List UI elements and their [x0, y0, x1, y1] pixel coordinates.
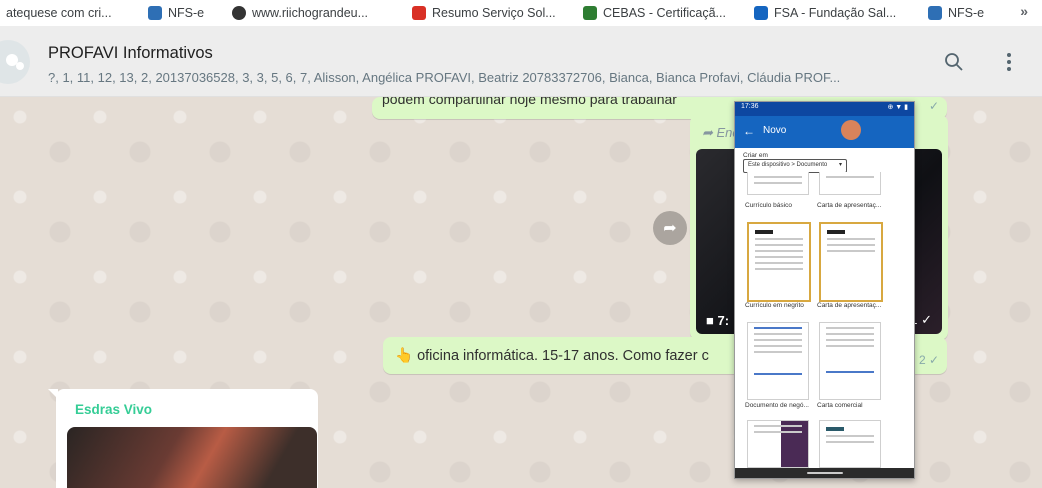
doc-icon — [412, 6, 426, 20]
phone-app-bar: ← Novo — [735, 116, 914, 148]
bookmarks-bar: atequese com cri... NFS-e www.riichogran… — [0, 0, 1042, 27]
phone-status-time: 17:36 — [741, 103, 759, 110]
bookmark-item[interactable]: NFS-e — [148, 4, 204, 22]
template-thumbnail — [819, 222, 883, 302]
template-name: Currículo em negrito — [745, 302, 804, 309]
bookmark-item[interactable]: Resumo Serviço Sol... — [412, 4, 556, 22]
sender-name: Esdras Vivo — [75, 402, 153, 417]
incoming-message-bubble[interactable]: Esdras Vivo — [48, 389, 318, 488]
bookmarks-overflow-icon[interactable]: » — [1020, 3, 1028, 19]
phone-status-bar: 17:36 ⊕ ▼ ▮ — [735, 102, 914, 116]
template-thumbnail — [747, 172, 809, 195]
search-icon — [945, 53, 963, 71]
bookmark-label: CEBAS - Certificaçã... — [603, 6, 726, 20]
template-thumbnail — [747, 222, 811, 302]
menu-button[interactable] — [995, 48, 1023, 76]
read-ticks-icon: ✓ — [928, 99, 939, 113]
create-in-label: Criar em — [743, 152, 768, 159]
template-thumbnail — [819, 420, 881, 468]
phone-screenshot-overlay: 17:36 ⊕ ▼ ▮ ← Novo Criar em Este disposi… — [734, 101, 915, 479]
template-thumbnail — [819, 322, 881, 400]
globe-icon — [232, 6, 246, 20]
location-dropdown-value: Este dispositivo > Documento — [748, 162, 828, 168]
image-thumbnail[interactable] — [67, 427, 317, 488]
phone-nav-bar — [735, 468, 914, 478]
template-thumbnail — [819, 172, 881, 195]
message-text: podem compartilhar hoje mesmo para traba… — [382, 97, 677, 107]
bookmark-label: atequese com cri... — [6, 6, 112, 20]
pointing-up-emoji: 👆 — [395, 348, 414, 364]
template-thumbnail — [747, 420, 809, 468]
forward-icon: ➦ — [663, 220, 677, 237]
bookmark-item[interactable]: atequese com cri... — [6, 4, 112, 22]
nfse-icon — [148, 6, 162, 20]
group-avatar[interactable] — [0, 40, 30, 84]
video-camera-icon: ■ — [706, 313, 718, 328]
fsa-icon — [754, 6, 768, 20]
bookmark-label: FSA - Fundação Sal... — [774, 6, 897, 20]
bookmark-label: NFS-e — [948, 6, 985, 20]
phone-status-icons: ⊕ ▼ ▮ — [887, 104, 908, 111]
bookmark-item[interactable]: FSA - Fundação Sal... — [754, 4, 896, 22]
participants-list: ?, 1, 11, 12, 13, 2, 20137036528, 3, 3, … — [48, 70, 841, 85]
video-duration: ■ 7: — [706, 313, 730, 328]
message-time: 2 ✓ — [918, 353, 939, 367]
back-arrow-icon: ← — [743, 124, 755, 138]
more-vertical-icon — [1007, 53, 1011, 71]
template-name: Carta de apresentaç... — [817, 302, 882, 309]
forward-button[interactable]: ➦ — [653, 211, 687, 245]
bookmark-item[interactable]: NFS-e — [928, 4, 984, 22]
template-thumbnail — [747, 322, 809, 400]
bookmark-label: www.riichograndeu... — [252, 6, 369, 20]
bookmark-label: Resumo Serviço Sol... — [432, 6, 556, 20]
template-name: Carta de apresentaç... — [817, 202, 882, 209]
phone-screen-title: Novo — [763, 125, 787, 136]
template-name: Carta comercial — [817, 402, 863, 409]
phone-user-avatar — [841, 120, 861, 140]
bookmark-item[interactable]: www.riichograndeu... — [232, 4, 368, 22]
search-button[interactable] — [940, 48, 968, 76]
bookmark-item[interactable]: CEBAS - Certificaçã... — [583, 4, 726, 22]
cebas-icon — [583, 6, 597, 20]
template-name: Documento de negó... — [745, 402, 809, 409]
nfse-icon — [928, 6, 942, 20]
bookmark-label: NFS-e — [168, 6, 205, 20]
message-text: 👆 oficina informática. 15-17 anos. Como … — [395, 348, 709, 364]
chat-header[interactable]: PROFAVI Informativos ?, 1, 11, 12, 13, 2… — [0, 26, 1042, 97]
chevron-down-icon: ▾ — [838, 162, 842, 168]
template-name: Currículo básico — [745, 202, 792, 209]
location-dropdown: Este dispositivo > Documento ▾ — [743, 159, 847, 173]
chat-title: PROFAVI Informativos — [48, 44, 213, 62]
bubble-tail — [48, 389, 58, 399]
